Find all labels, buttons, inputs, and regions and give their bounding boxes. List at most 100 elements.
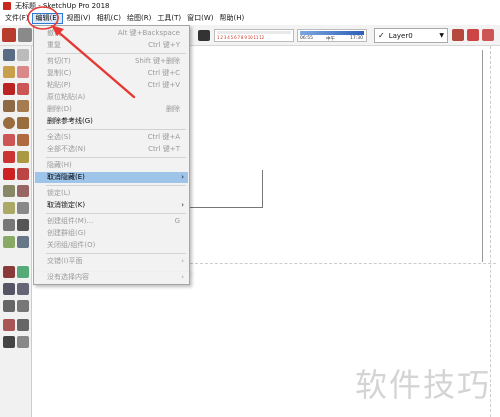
orbit-tool-icon[interactable] (3, 266, 15, 278)
select-tool-icon[interactable] (18, 28, 32, 42)
menu-item-paste-in-place[interactable]: 原位粘贴(A) (35, 92, 188, 103)
menu-item-select-none[interactable]: 全部不选(N) Ctrl 键+T (35, 144, 188, 155)
menu-separator (46, 253, 186, 254)
submenu-arrow-icon: › (181, 173, 184, 181)
push-pull-icon[interactable] (17, 151, 29, 163)
3d-text-icon[interactable] (17, 236, 29, 248)
layer-check-icon: ✓ (378, 31, 385, 40)
title-bar: 无标题 - SketchUp Pro 2018 (0, 0, 500, 12)
menu-item-undo[interactable]: 撤销 Alt 键+Backspace (35, 28, 188, 39)
shadow-time-slider[interactable]: 06:55 中午 17:30 (297, 29, 367, 42)
menu-item-no-selection[interactable]: 没有选择内容 › (35, 272, 188, 283)
menu-item-unlock[interactable]: 取消锁定(K) › (35, 200, 188, 211)
menu-item-copy[interactable]: 复制(C) Ctrl 键+C (35, 68, 188, 79)
menu-item-hide[interactable]: 隐藏(H) (35, 160, 188, 171)
pan-icon[interactable] (17, 266, 29, 278)
paint-bucket-icon[interactable] (3, 66, 15, 78)
scale-icon[interactable] (3, 185, 15, 197)
eraser-tool-icon[interactable] (17, 66, 29, 78)
chevron-down-icon: ▼ (439, 32, 444, 39)
walk-icon[interactable] (3, 336, 15, 348)
make-component-icon[interactable] (17, 49, 29, 61)
sketchup-window: 无标题 - SketchUp Pro 2018 文件(F) 编辑(E) 视图(V… (0, 0, 500, 417)
circle-icon[interactable] (3, 117, 15, 129)
shadow-month-slider[interactable]: 1 2 3 4 5 6 7 8 9 10 11 12 (214, 29, 294, 42)
move-icon[interactable] (3, 151, 15, 163)
guide-line (190, 263, 496, 264)
zoom-window-icon[interactable] (17, 283, 29, 295)
menu-bar: 文件(F) 编辑(E) 视图(V) 相机(C) 绘图(R) 工具(T) 窗口(W… (0, 12, 500, 25)
menu-item-close-group[interactable]: 关闭组/组件(O) (35, 240, 188, 251)
zoom-extents-icon[interactable] (3, 300, 15, 312)
menu-tools[interactable]: 工具(T) (154, 13, 184, 24)
menu-item-paste[interactable]: 粘贴(P) Ctrl 键+V (35, 80, 188, 91)
layer-dropdown[interactable]: ✓ Layer0 ▼ (374, 28, 448, 43)
time-noon-label: 中午 (326, 37, 335, 42)
edit-menu-dropdown: 撤销 Alt 键+Backspace 重复 Ctrl 键+Y 剪切(T) Shift … (33, 25, 190, 273)
dimension-icon[interactable] (17, 202, 29, 214)
follow-me-icon[interactable] (17, 168, 29, 180)
getting-started-icon[interactable] (2, 28, 16, 42)
month-ticks: 1 2 3 4 5 6 7 8 9 10 11 12 (217, 35, 264, 40)
model-edge (482, 50, 483, 262)
submenu-arrow-icon: › (181, 273, 184, 281)
menu-edit[interactable]: 编辑(E) (31, 13, 64, 24)
menu-separator (46, 53, 186, 54)
menu-item-delete[interactable]: 删除(D) 删除 (35, 104, 188, 115)
menu-item-intersect-faces[interactable]: 交错(I)平面 › (35, 256, 188, 267)
menu-separator (46, 185, 186, 186)
sketchup-app-icon (3, 2, 11, 10)
text-icon[interactable] (17, 219, 29, 231)
submenu-arrow-icon: › (181, 201, 184, 209)
line-icon[interactable] (3, 83, 15, 95)
menu-separator (46, 157, 186, 158)
menu-item-lock[interactable]: 锁定(L) (35, 188, 188, 199)
select-arrow-icon[interactable] (3, 49, 15, 61)
position-camera-icon[interactable] (3, 319, 15, 331)
menu-item-make-component[interactable]: 创建组件(M)... G (35, 216, 188, 227)
menu-view[interactable]: 视图(V) (63, 13, 93, 24)
menu-draw[interactable]: 绘图(R) (124, 13, 154, 24)
menu-separator (46, 129, 186, 130)
menu-separator (46, 213, 186, 214)
pie-icon[interactable] (17, 134, 29, 146)
edit-menu-dropdown-tail: 没有选择内容 › (33, 272, 190, 285)
model-edge (262, 170, 263, 208)
zoom-icon[interactable] (3, 283, 15, 295)
orbit-icon[interactable] (482, 29, 494, 41)
menu-item-redo[interactable]: 重复 Ctrl 键+Y (35, 40, 188, 51)
menu-window[interactable]: 窗口(W) (184, 13, 216, 24)
submenu-arrow-icon: › (181, 257, 184, 265)
menu-help[interactable]: 帮助(H) (216, 13, 247, 24)
model-edge (190, 207, 263, 208)
polygon-icon[interactable] (17, 117, 29, 129)
time-end-label: 17:30 (350, 36, 363, 41)
menu-item-select-all[interactable]: 全选(S) Ctrl 键+A (35, 132, 188, 143)
menu-item-cut[interactable]: 剪切(T) Shift 键+删除 (35, 56, 188, 67)
menu-file[interactable]: 文件(F) (2, 13, 32, 24)
rotate-icon[interactable] (3, 168, 15, 180)
window-title: 无标题 - SketchUp Pro 2018 (15, 2, 110, 10)
rectangle-icon[interactable] (3, 100, 15, 112)
rotated-rectangle-icon[interactable] (17, 100, 29, 112)
watermark-text: 软件技巧 (355, 366, 492, 404)
large-tool-set (0, 46, 32, 417)
arc-icon[interactable] (3, 134, 15, 146)
section-plane-icon[interactable] (467, 29, 479, 41)
layer-name: Layer0 (388, 31, 413, 40)
tape-measure-icon[interactable] (3, 202, 15, 214)
offset-icon[interactable] (17, 185, 29, 197)
menu-camera[interactable]: 相机(C) (94, 13, 124, 24)
walkthrough-icon[interactable] (452, 29, 464, 41)
previous-view-icon[interactable] (17, 300, 29, 312)
menu-item-unhide[interactable]: 取消隐藏(E) › (35, 172, 188, 183)
time-start-label: 06:55 (300, 36, 313, 41)
menu-item-make-group[interactable]: 创建群组(G) (35, 228, 188, 239)
protractor-icon[interactable] (3, 219, 15, 231)
axes-icon[interactable] (3, 236, 15, 248)
look-around-icon[interactable] (17, 319, 29, 331)
eraser-icon[interactable] (198, 30, 210, 41)
menu-item-delete-guides[interactable]: 删除参考线(G) (35, 116, 188, 127)
section-tool-icon[interactable] (17, 336, 29, 348)
freehand-icon[interactable] (17, 83, 29, 95)
